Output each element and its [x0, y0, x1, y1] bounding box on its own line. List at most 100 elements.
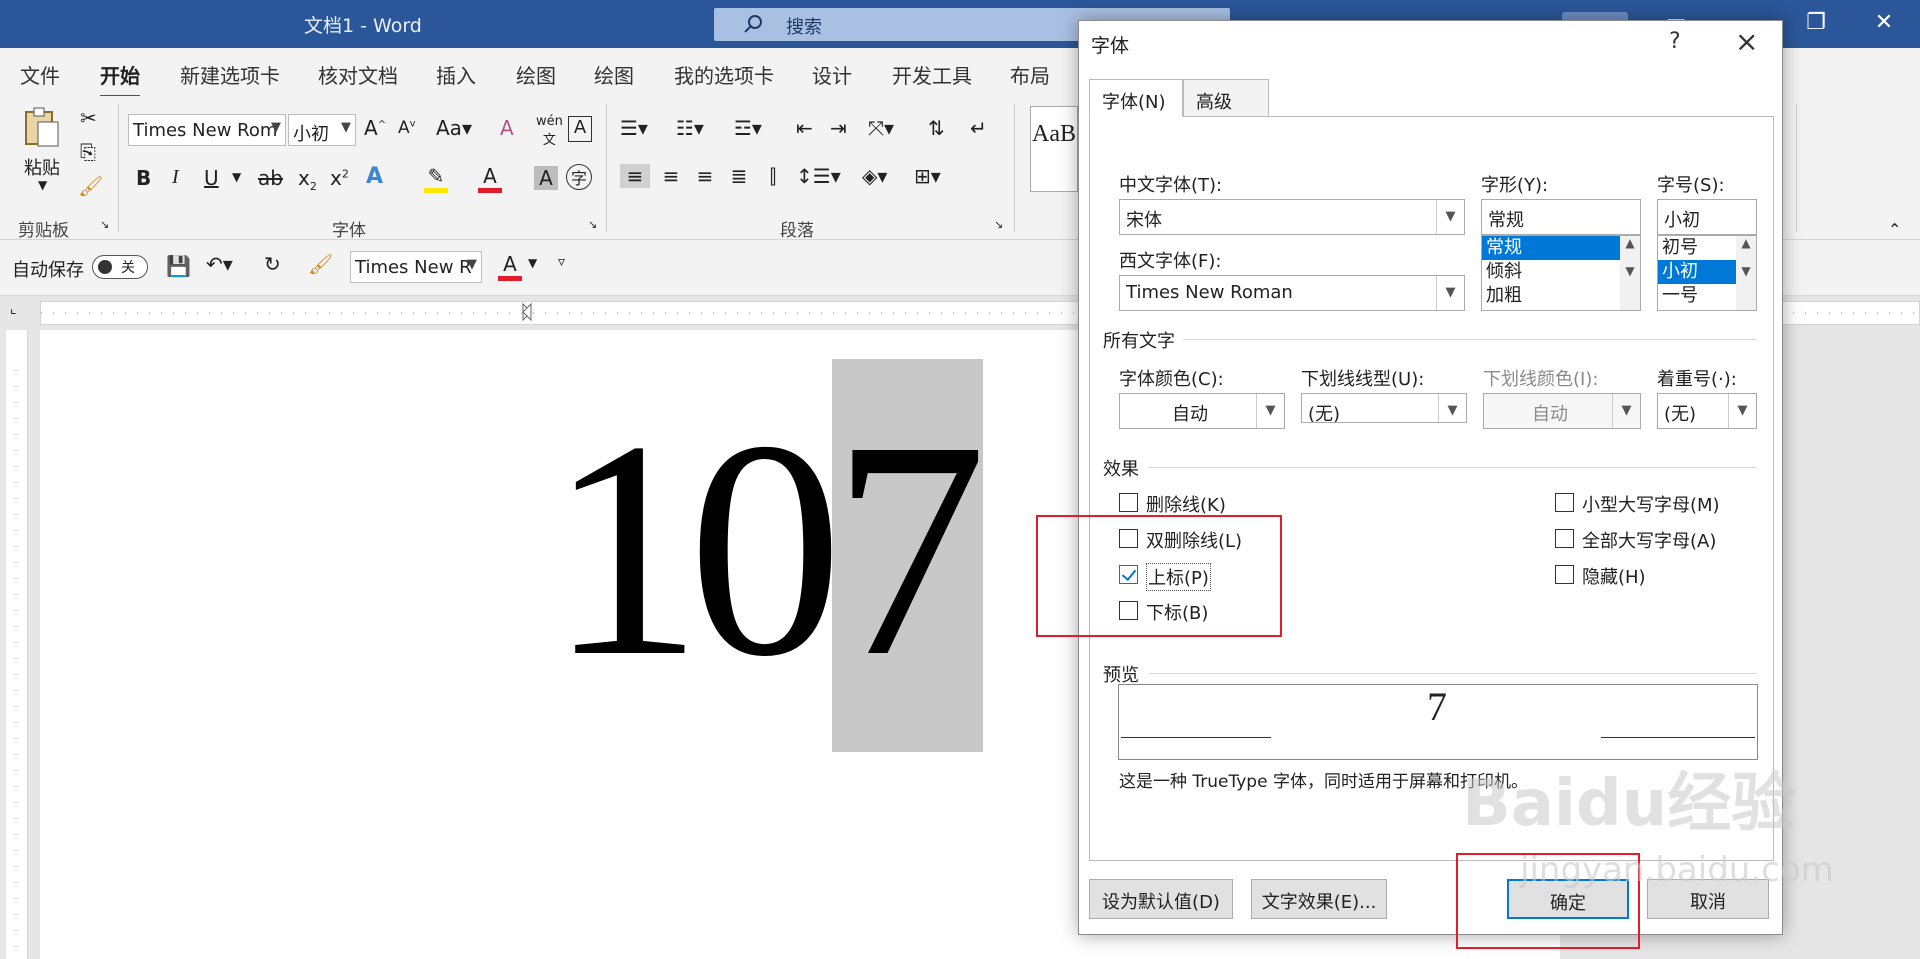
format-painter-icon[interactable]: 🖌 [308, 252, 333, 276]
tab-review-doc[interactable]: 核对文档 [318, 60, 398, 89]
char-border-icon[interactable]: A [568, 116, 592, 142]
size-input[interactable]: 小初 [1657, 199, 1757, 235]
preview-text: 7 [1427, 684, 1447, 729]
distribute-icon[interactable]: ⫿ [758, 164, 788, 188]
clear-format-icon[interactable]: A [500, 116, 514, 140]
paragraph-launcher-icon[interactable]: ↘ [994, 218, 1003, 231]
shading-icon[interactable]: ◈▾ [862, 164, 887, 188]
font-name-combo[interactable]: Times New Rom ▼ [128, 114, 286, 146]
tab-draw-1[interactable]: 绘图 [516, 60, 556, 89]
style-input[interactable]: 常规 [1481, 199, 1641, 235]
subscript-icon[interactable]: x2 [298, 166, 317, 193]
cut-icon[interactable]: ✂ [80, 106, 97, 130]
checkbox-box[interactable] [1555, 529, 1574, 548]
customize-qat-icon[interactable]: ▿ [558, 254, 565, 270]
close-window-icon[interactable]: ✕ [1864, 10, 1904, 35]
align-center-icon[interactable]: ≡ [656, 164, 686, 188]
sort-icon[interactable]: ⇅ [928, 116, 945, 140]
highlight-icon[interactable]: ✎ [424, 164, 448, 193]
borders-icon[interactable]: ⊞▾ [914, 164, 941, 188]
text-effects-icon[interactable]: A [366, 164, 383, 189]
show-marks-icon[interactable]: ↵ [970, 116, 987, 140]
tab-new[interactable]: 新建选项卡 [180, 60, 280, 89]
undo-icon[interactable]: ↶▾ [206, 252, 233, 276]
change-case-icon[interactable]: Aa▾ [436, 116, 472, 140]
increase-indent-icon[interactable]: ⇥ [830, 116, 847, 140]
collapse-ribbon-icon[interactable]: ⌃ [1888, 220, 1901, 239]
chevron-down-icon[interactable]: ▼ [528, 256, 537, 270]
restore-icon[interactable]: ❐ [1796, 10, 1836, 35]
bullets-icon[interactable]: ☰▾ [620, 116, 648, 140]
chevron-down-icon[interactable]: ▼ [232, 170, 241, 184]
align-left-icon[interactable]: ≡ [620, 164, 650, 188]
format-painter-icon[interactable]: 🖌 [78, 174, 103, 198]
checkbox-box[interactable] [1119, 493, 1138, 512]
underline-icon[interactable]: U [204, 166, 219, 190]
tab-design[interactable]: 设计 [812, 60, 852, 89]
font-size-combo[interactable]: 小初 ▼ [288, 114, 356, 146]
align-right-icon[interactable]: ≡ [690, 164, 720, 188]
qat-font-combo[interactable]: Times New R ▼ [350, 251, 482, 283]
tab-font[interactable]: 字体(N) [1089, 79, 1183, 117]
strikethrough-icon[interactable]: ab [258, 166, 283, 190]
bold-icon[interactable]: B [136, 166, 151, 190]
font-color-icon[interactable]: A [498, 252, 522, 281]
scrollbar[interactable]: ▲ ▼ [1736, 236, 1756, 310]
help-icon[interactable]: ? [1669, 29, 1681, 54]
word-window: 文档1 - Word 搜索 ▭ — ❐ ✕ 文件 开始 新建选项卡 核对文档 插… [0, 0, 1920, 959]
char-shading-icon[interactable]: A [534, 166, 558, 190]
tab-developer[interactable]: 开发工具 [892, 60, 972, 89]
numbering-icon[interactable]: ☷▾ [676, 116, 704, 140]
tab-layout[interactable]: 布局 [1010, 60, 1050, 89]
doc-digit-0[interactable]: 0 [688, 395, 843, 705]
list-item[interactable]: 倾斜 [1482, 260, 1640, 284]
tab-file[interactable]: 文件 [20, 60, 60, 89]
emphasis-combo[interactable]: (无) ▼ [1657, 393, 1757, 429]
multilevel-list-icon[interactable]: ☲▾ [734, 116, 762, 140]
clipboard-launcher-icon[interactable]: ↘ [100, 218, 109, 231]
line-spacing-icon[interactable]: ↕☰▾ [796, 164, 841, 188]
font-launcher-icon[interactable]: ↘ [588, 218, 597, 231]
chinese-font-combo[interactable]: 宋体 ▼ [1119, 199, 1465, 235]
checkbox-box[interactable] [1555, 565, 1574, 584]
font-color-combo[interactable]: 自动 ▼ [1119, 393, 1285, 429]
close-icon[interactable]: × [1735, 25, 1758, 58]
size-list[interactable]: 初号 小初 一号 ▲ ▼ [1657, 235, 1757, 311]
paste-dropdown-icon[interactable]: ▼ [38, 178, 47, 192]
tab-advanced[interactable]: 高级(V) [1183, 79, 1269, 135]
autosave-toggle[interactable]: 关 [92, 255, 148, 279]
style-gallery-item[interactable]: AaB [1030, 106, 1078, 192]
western-font-combo[interactable]: Times New Roman ▼ [1119, 275, 1465, 311]
tab-selector-icon[interactable]: ⌞ [10, 301, 17, 317]
scrollbar[interactable]: ▲ ▼ [1620, 236, 1640, 310]
set-default-button[interactable]: 设为默认值(D) [1089, 879, 1233, 919]
list-item[interactable]: 常规 [1482, 236, 1640, 260]
phonetic-guide-icon[interactable]: wén 文 [536, 114, 563, 148]
decrease-indent-icon[interactable]: ⇤ [796, 116, 813, 140]
style-list[interactable]: 常规 倾斜 加粗 ▲ ▼ [1481, 235, 1641, 311]
tab-draw-2[interactable]: 绘图 [594, 60, 634, 89]
redo-icon[interactable]: ↻ [264, 252, 281, 276]
grow-font-icon[interactable]: A^ [364, 116, 386, 140]
tab-my-tab[interactable]: 我的选项卡 [674, 60, 774, 89]
tab-insert[interactable]: 插入 [436, 60, 476, 89]
paste-button[interactable] [20, 106, 64, 150]
shrink-font-icon[interactable]: Av [398, 118, 416, 138]
save-icon[interactable]: 💾 [166, 254, 191, 278]
underline-style-combo[interactable]: (无) ▼ [1301, 393, 1467, 423]
size-label: 字号(S): [1657, 175, 1725, 196]
copy-icon[interactable]: ⎘ [80, 140, 96, 164]
enclose-char-icon[interactable]: 字 [566, 164, 592, 190]
text-effects-button[interactable]: 文字效果(E)... [1251, 879, 1387, 919]
tab-home[interactable]: 开始 [100, 60, 140, 98]
doc-digit-7-selected[interactable]: 7 [832, 395, 987, 705]
italic-icon[interactable]: I [172, 166, 179, 189]
superscript-icon[interactable]: x2 [330, 166, 349, 190]
justify-icon[interactable]: ≣ [724, 164, 754, 188]
font-color-icon[interactable]: A [478, 164, 502, 193]
chinese-layout-icon[interactable]: ⤧▾ [868, 116, 894, 140]
doc-digit-1[interactable]: 1 [548, 395, 703, 705]
toggle-state: 关 [121, 260, 135, 276]
list-item[interactable]: 加粗 [1482, 284, 1640, 308]
checkbox-box[interactable] [1555, 493, 1574, 512]
